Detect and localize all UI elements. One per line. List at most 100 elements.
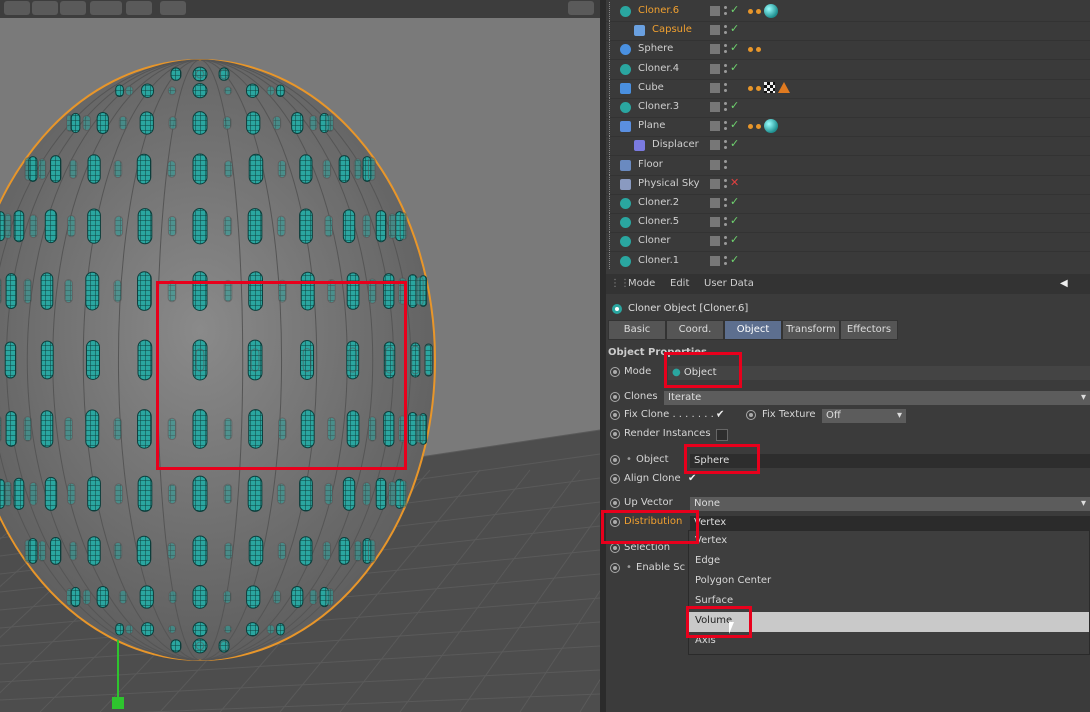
object-row[interactable]: Cloner.5 ✓ [606, 213, 1090, 234]
render-visibility-dot[interactable] [724, 108, 727, 111]
object-name[interactable]: Cloner.2 [638, 197, 679, 208]
enabled-check-icon[interactable]: ✓ [730, 137, 739, 150]
editor-visibility-dot[interactable] [724, 198, 727, 201]
layer-icon[interactable] [710, 159, 720, 170]
object-name[interactable]: Cloner.6 [638, 5, 679, 16]
layer-icon[interactable] [710, 217, 720, 228]
render-visibility-dot[interactable] [724, 88, 727, 92]
disabled-x-icon[interactable]: ✕ [730, 176, 739, 189]
object-link-field[interactable]: Sphere [690, 454, 1090, 468]
animate-radio-icon[interactable] [610, 455, 620, 465]
enabled-check-icon[interactable]: ✓ [730, 233, 739, 246]
editor-visibility-dot[interactable] [724, 140, 727, 144]
object-name[interactable]: Capsule [652, 24, 692, 35]
animate-radio-icon[interactable] [610, 543, 620, 553]
editor-visibility-dot[interactable] [724, 63, 727, 67]
object-row[interactable]: Displacer ✓ [606, 136, 1090, 157]
enabled-check-icon[interactable]: ✓ [730, 22, 739, 35]
object-name[interactable]: Cloner.4 [638, 63, 679, 74]
render-instances-checkbox[interactable] [716, 429, 728, 441]
distribution-dropdown[interactable]: Vertex [690, 516, 1090, 530]
editor-visibility-dot[interactable] [724, 255, 727, 259]
mode-dropdown[interactable]: ● Object [668, 366, 1090, 380]
object-name[interactable]: Cloner.1 [638, 255, 679, 266]
object-name[interactable]: Cloner.3 [638, 101, 679, 112]
option-polygon-center[interactable]: Polygon Center [695, 575, 771, 586]
menu-edit[interactable]: Edit [670, 278, 689, 289]
render-visibility-dot[interactable] [724, 146, 727, 150]
enabled-check-icon[interactable]: ✓ [730, 214, 739, 227]
object-row[interactable]: Cloner.2 ✓ [606, 194, 1090, 214]
object-name[interactable]: Displacer [652, 139, 699, 150]
animate-radio-icon[interactable] [610, 392, 620, 402]
layer-icon[interactable] [710, 255, 720, 266]
render-visibility-dot[interactable] [724, 261, 727, 265]
render-visibility-dot[interactable] [724, 165, 727, 169]
render-visibility-dot[interactable] [724, 242, 727, 246]
visibility-flags[interactable] [710, 159, 740, 172]
layer-icon[interactable] [710, 178, 720, 189]
material-tag-icon[interactable] [756, 124, 761, 130]
object-row[interactable]: Cloner.1 ✓ [606, 251, 1090, 272]
enabled-check-icon[interactable]: ✓ [730, 118, 739, 131]
editor-visibility-dot[interactable] [724, 102, 727, 105]
editor-visibility-dot[interactable] [724, 6, 727, 9]
layer-icon[interactable] [710, 121, 720, 132]
editor-visibility-dot[interactable] [724, 178, 727, 182]
enabled-check-icon[interactable]: ✓ [730, 61, 739, 74]
back-arrow-icon[interactable]: ◀ [1060, 278, 1068, 289]
object-row[interactable]: Physical Sky ✕ [606, 174, 1090, 195]
object-name[interactable]: Floor [638, 159, 663, 170]
visibility-flags[interactable] [710, 82, 740, 95]
object-row[interactable]: Cloner ✓ [606, 232, 1090, 253]
tab-basic[interactable]: Basic [608, 320, 666, 340]
object-row[interactable]: Cube [606, 78, 1090, 99]
editor-visibility-dot[interactable] [724, 25, 727, 29]
editor-visibility-dot[interactable] [724, 82, 727, 86]
object-name[interactable]: Plane [638, 120, 665, 131]
option-volume[interactable]: Volume [695, 615, 732, 626]
object-row[interactable]: Cloner.6 ✓ [606, 2, 1090, 22]
tab-transform[interactable]: Transform [782, 320, 840, 340]
enabled-check-icon[interactable]: ✓ [730, 99, 739, 112]
tab-coord[interactable]: Coord. [666, 320, 724, 340]
material-ball-icon[interactable] [764, 119, 778, 134]
layer-icon[interactable] [710, 63, 720, 74]
enabled-check-icon[interactable]: ✓ [730, 41, 739, 54]
animate-radio-icon[interactable] [610, 517, 620, 527]
render-visibility-dot[interactable] [724, 223, 727, 227]
fix-texture-dropdown[interactable]: Off [822, 409, 906, 423]
animate-radio-icon[interactable] [610, 563, 620, 573]
menu-mode[interactable]: Mode [628, 278, 655, 289]
option-surface[interactable]: Surface [695, 595, 733, 606]
render-visibility-dot[interactable] [724, 69, 727, 73]
tab-effectors[interactable]: Effectors [840, 320, 898, 340]
option-axis[interactable]: Axis [695, 635, 716, 646]
object-row[interactable]: Sphere ✓ [606, 40, 1090, 61]
layer-icon[interactable] [710, 198, 720, 208]
enabled-check-icon[interactable]: ✓ [730, 253, 739, 266]
layer-icon[interactable] [710, 6, 720, 16]
object-name[interactable]: Cube [638, 82, 664, 93]
editor-visibility-dot[interactable] [724, 121, 727, 125]
object-name[interactable]: Physical Sky [638, 178, 700, 189]
editor-visibility-dot[interactable] [724, 236, 727, 240]
checker-texture-icon[interactable] [764, 82, 775, 94]
clones-dropdown[interactable]: Iterate [664, 391, 1090, 405]
animate-radio-icon[interactable] [610, 410, 620, 420]
layer-icon[interactable] [710, 102, 720, 112]
option-edge[interactable]: Edge [695, 555, 720, 566]
animate-radio-icon[interactable] [610, 498, 620, 508]
render-visibility-dot[interactable] [724, 12, 727, 15]
object-row[interactable]: Plane ✓ [606, 117, 1090, 138]
object-name[interactable]: Sphere [638, 43, 673, 54]
layer-icon[interactable] [710, 140, 720, 151]
object-row[interactable]: Floor [606, 155, 1090, 176]
menu-user-data[interactable]: User Data [704, 278, 754, 289]
render-visibility-dot[interactable] [724, 127, 727, 131]
material-tag-icon[interactable] [748, 9, 753, 14]
object-name[interactable]: Cloner [638, 235, 670, 246]
render-visibility-dot[interactable] [724, 50, 727, 54]
editor-visibility-dot[interactable] [724, 44, 727, 48]
render-visibility-dot[interactable] [724, 204, 727, 207]
